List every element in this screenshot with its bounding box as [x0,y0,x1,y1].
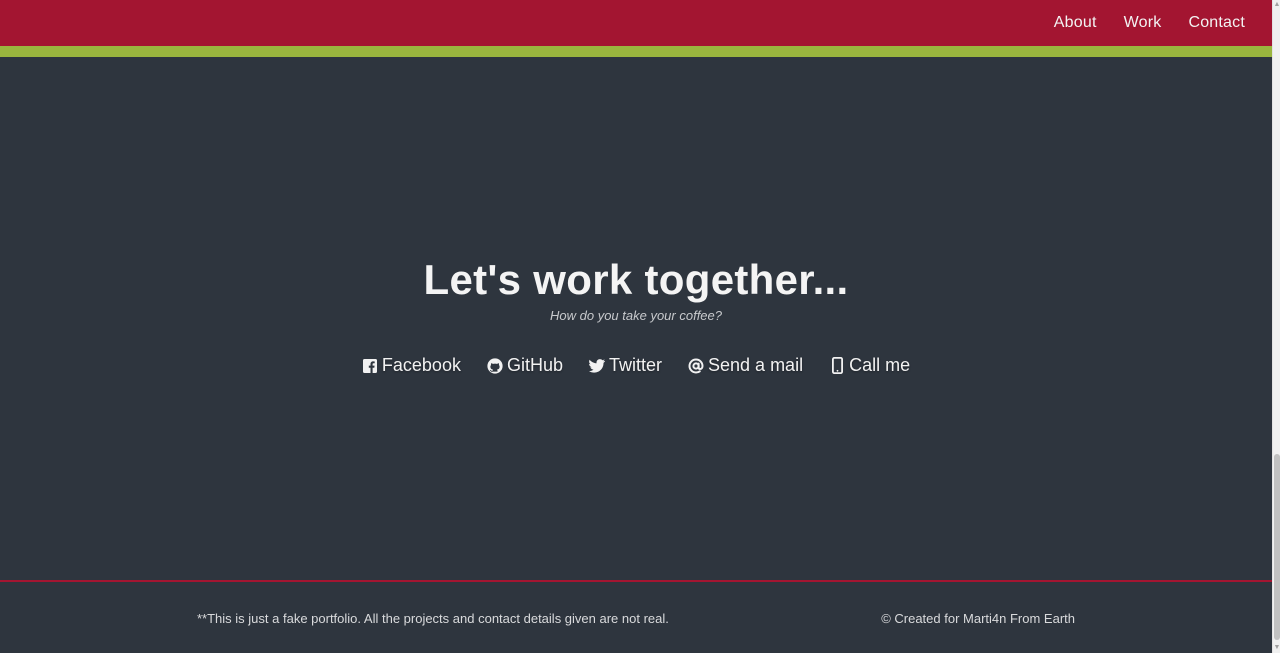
vertical-scrollbar[interactable]: ▲ ▼ [1272,0,1280,653]
navbar-accent-stripe [0,46,1272,57]
github-icon [487,357,503,374]
scroll-down-arrow-icon[interactable]: ▼ [1273,643,1280,653]
twitter-link[interactable]: Twitter [589,355,662,376]
nav-link-contact[interactable]: Contact [1188,14,1245,32]
page: About Work Contact Let's work together..… [0,0,1280,653]
scrollbar-thumb[interactable] [1274,454,1280,640]
facebook-link-label: Facebook [381,355,461,375]
at-sign-icon [688,357,704,374]
twitter-link-label: Twitter [609,355,663,375]
github-link-label: GitHub [506,355,563,375]
scroll-up-arrow-icon[interactable]: ▲ [1273,0,1280,10]
main-nav: About Work Contact [1054,0,1245,46]
send-mail-link[interactable]: Send a mail [688,355,803,376]
contact-links: Facebook GitHub Twitter Send a mail Call… [0,355,1272,376]
call-me-link[interactable]: Call me [829,355,910,376]
call-me-link-label: Call me [849,355,911,375]
page-footer: **This is just a fake portfolio. All the… [0,580,1272,653]
footer-credit: © Created for Marti4n From Earth [881,611,1075,626]
nav-link-about[interactable]: About [1054,14,1097,32]
contact-section: Let's work together... How do you take y… [0,57,1272,581]
contact-title: Let's work together... [423,256,849,303]
twitter-icon [589,358,605,374]
nav-link-work[interactable]: Work [1124,14,1162,32]
send-mail-link-label: Send a mail [708,355,804,375]
top-navbar: About Work Contact [0,0,1272,46]
facebook-link[interactable]: Facebook [362,355,461,376]
github-link[interactable]: GitHub [487,355,563,376]
contact-subtitle: How do you take your coffee? [550,308,722,323]
footer-disclaimer: **This is just a fake portfolio. All the… [197,611,669,626]
mobile-phone-icon [829,357,845,374]
facebook-square-icon [362,358,378,374]
